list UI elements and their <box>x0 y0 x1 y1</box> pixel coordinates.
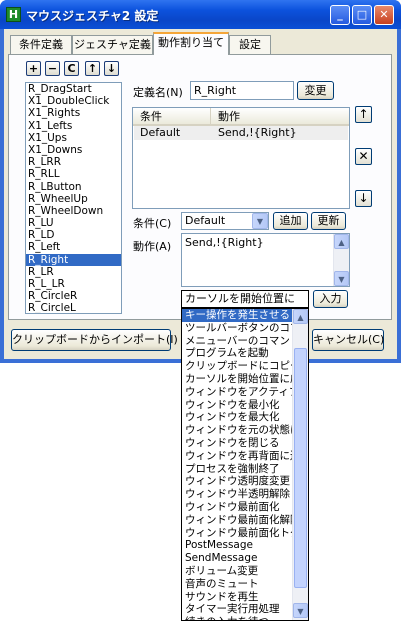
dropdown-item[interactable]: プログラムを起動 <box>182 347 292 360</box>
dropdown-item[interactable]: ウィンドウを最小化 <box>182 399 292 412</box>
action-scrollbar[interactable]: ▲ ▼ <box>333 234 349 286</box>
dropdown-item[interactable]: カーソルを開始位置に戻す <box>182 373 292 386</box>
dropdown-scrollbar[interactable]: ▲ ▼ <box>292 309 308 620</box>
dropdown-item[interactable]: ウィンドウを元の状態に <box>182 424 292 437</box>
gesture-list-item[interactable]: R_Left <box>26 241 121 253</box>
gesture-list-item[interactable]: R_CircleL <box>26 302 121 313</box>
tab-settings[interactable]: 設定 <box>229 35 271 54</box>
dropdown-item[interactable]: タイマー実行用処理 <box>182 603 292 616</box>
minimize-button[interactable]: _ <box>330 5 350 25</box>
dropdown-item[interactable]: SendMessage <box>182 552 292 565</box>
maximize-button[interactable]: □ <box>352 5 372 25</box>
definition-name-input[interactable]: R_Right <box>190 81 294 100</box>
dropdown-item[interactable]: ウィンドウ最前面化 <box>182 501 292 514</box>
gesture-list-item[interactable]: R_RLL <box>26 168 121 180</box>
dropdown-item[interactable]: メニューバーのコマンドを <box>182 335 292 348</box>
row-up-button[interactable]: ↑ <box>355 106 372 123</box>
remove-gesture-button[interactable]: − <box>45 61 60 76</box>
command-select-value: カーソルを開始位置に <box>185 292 295 305</box>
dropdown-item[interactable]: プロセスを強制終了 <box>182 463 292 476</box>
row-action-cell: Send,!{Right} <box>218 126 297 139</box>
gesture-list-item[interactable]: R_WheelDown <box>26 205 121 217</box>
scroll-down-icon[interactable]: ▼ <box>334 271 349 286</box>
change-name-button[interactable]: 変更 <box>297 81 334 100</box>
add-condition-button[interactable]: 追加 <box>273 212 308 230</box>
gesture-list-item[interactable]: R_L_LR <box>26 278 121 290</box>
gesture-list-item[interactable]: X1_Ups <box>26 132 121 144</box>
dropdown-item[interactable]: ウィンドウを最大化 <box>182 411 292 424</box>
tab-gestures[interactable]: ジェスチャ定義 <box>72 35 153 54</box>
dropdown-item[interactable]: ボリューム変更 <box>182 565 292 578</box>
row-condition-cell: Default <box>140 126 181 139</box>
dropdown-item[interactable]: ウィンドウ半透明解除 <box>182 488 292 501</box>
condition-action-table[interactable]: 条件 動作 Default Send,!{Right} <box>132 107 350 209</box>
gesture-list-item[interactable]: R_Right <box>26 253 121 266</box>
cancel-button[interactable]: キャンセル(C) <box>312 329 384 351</box>
gesture-list-item[interactable]: R_LD <box>26 229 121 241</box>
dropdown-item[interactable]: ウィンドウ透明度変更 <box>182 475 292 488</box>
gesture-list-item[interactable]: X1_Rights <box>26 107 121 119</box>
gesture-list-item[interactable]: R_LR <box>26 266 121 278</box>
title-bar[interactable]: H マウスジェスチャ2 設定 _ □ ✕ <box>0 0 401 29</box>
dropdown-item[interactable]: ウィンドウを再背面に送る <box>182 450 292 463</box>
dropdown-item[interactable]: クリップボードにコピー <box>182 360 292 373</box>
gesture-list-item[interactable]: R_CircleR <box>26 290 121 302</box>
move-down-button[interactable]: ↓ <box>104 61 119 76</box>
gesture-list-item[interactable]: R_DragStart <box>26 83 121 95</box>
dropdown-item[interactable]: ウィンドウ最前面化トグル <box>182 527 292 540</box>
gesture-list[interactable]: R_DragStart X1_DoubleClick X1_Rights X1_Lef… <box>25 82 122 314</box>
update-condition-button[interactable]: 更新 <box>311 212 346 230</box>
chevron-down-icon[interactable]: ▼ <box>252 213 268 229</box>
scroll-up-icon[interactable]: ▲ <box>334 234 349 249</box>
dropdown-items: キー操作を発生させるツールバーボタンのコマンドメニューバーのコマンドをプログラム… <box>182 309 292 620</box>
condition-label: 条件(C) <box>133 217 172 230</box>
dropdown-item[interactable]: サウンドを再生 <box>182 591 292 604</box>
scroll-thumb[interactable] <box>294 348 307 588</box>
window-title: マウスジェスチャ2 設定 <box>26 9 159 23</box>
dropdown-item[interactable]: 音声のミュート <box>182 578 292 591</box>
scroll-up-icon[interactable]: ▲ <box>293 309 308 324</box>
dropdown-item[interactable]: 続きの入力を待つ <box>182 616 292 620</box>
definition-name-label: 定義名(N) <box>133 86 183 99</box>
move-up-button[interactable]: ↑ <box>85 61 100 76</box>
command-dropdown-list[interactable]: キー操作を発生させるツールバーボタンのコマンドメニューバーのコマンドをプログラム… <box>181 308 309 621</box>
action-textarea[interactable]: Send,!{Right} ▲ ▼ <box>181 233 350 287</box>
tab-conditions[interactable]: 条件定義 <box>10 35 72 54</box>
condition-select[interactable]: Default ▼ <box>181 212 269 230</box>
row-down-button[interactable]: ↓ <box>355 190 372 207</box>
dropdown-item[interactable]: PostMessage <box>182 539 292 552</box>
dropdown-item[interactable]: キー操作を発生させる <box>182 309 292 322</box>
column-header-condition[interactable]: 条件 <box>133 108 210 126</box>
gesture-list-item[interactable]: R_WheelUp <box>26 193 121 205</box>
table-row[interactable]: Default Send,!{Right} <box>134 126 348 140</box>
gesture-list-item[interactable]: X1_DoubleClick <box>26 95 121 107</box>
gesture-list-item[interactable]: R_LButton <box>26 181 121 193</box>
close-button[interactable]: ✕ <box>374 5 394 25</box>
dropdown-item[interactable]: ウィンドウを閉じる <box>182 437 292 450</box>
dropdown-item[interactable]: ツールバーボタンのコマンド <box>182 322 292 335</box>
import-from-clipboard-button[interactable]: クリップボードからインポート(I) <box>11 329 178 351</box>
gesture-list-item[interactable]: R_LRR <box>26 156 121 168</box>
add-gesture-button[interactable]: + <box>26 61 41 76</box>
condition-select-value: Default <box>185 214 226 227</box>
column-header-action[interactable]: 動作 <box>210 108 349 126</box>
gesture-list-item[interactable]: X1_Lefts <box>26 120 121 132</box>
action-label: 動作(A) <box>133 240 172 253</box>
insert-command-button[interactable]: 入力 <box>313 290 348 308</box>
gesture-list-item[interactable]: X1_Downs <box>26 144 121 156</box>
clear-button[interactable]: C <box>64 61 79 76</box>
dropdown-item[interactable]: ウィンドウをアクティブ化 <box>182 386 292 399</box>
command-select[interactable]: カーソルを開始位置に <box>181 290 309 308</box>
action-text: Send,!{Right} <box>185 236 264 249</box>
tab-action-assignment[interactable]: 動作割り当て <box>153 32 229 55</box>
app-icon: H <box>6 7 21 22</box>
scroll-down-icon[interactable]: ▼ <box>293 603 308 618</box>
dropdown-item[interactable]: ウィンドウ最前面化解除 <box>182 514 292 527</box>
gesture-list-item[interactable]: R_LU <box>26 217 121 229</box>
row-delete-button[interactable]: ✕ <box>355 148 372 165</box>
